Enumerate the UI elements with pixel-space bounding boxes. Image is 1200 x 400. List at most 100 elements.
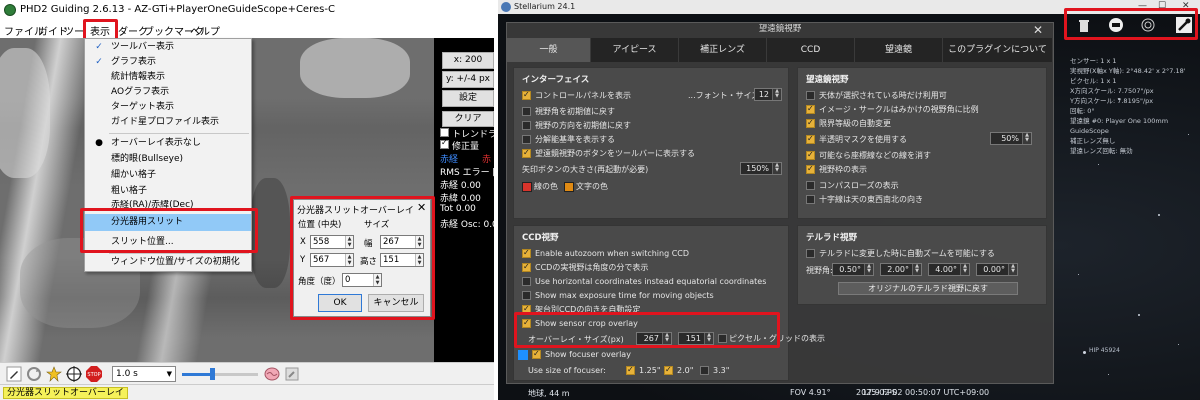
hide-grid-lines-option[interactable]: 可能なら座標線などの線を消す — [806, 149, 931, 162]
checkbox[interactable] — [664, 364, 673, 375]
checkbox[interactable] — [806, 163, 815, 174]
gamma-slider-handle[interactable] — [210, 368, 215, 380]
crosshair-orientation-option[interactable]: 十字線は天の東西南北の向き — [806, 194, 923, 206]
menu-item-coarse-grid[interactable]: 粗い格子 — [85, 184, 251, 199]
compass-rose-option[interactable]: コンパスローズの表示 — [806, 180, 899, 192]
checkbox[interactable] — [806, 103, 815, 114]
checkbox[interactable] — [700, 366, 709, 375]
checkbox[interactable] — [626, 364, 635, 375]
line-color-swatch[interactable] — [522, 182, 532, 192]
tab-ccd[interactable]: CCD — [767, 38, 855, 62]
menu-item-ao-graph[interactable]: AOグラフ表示 — [85, 85, 251, 100]
checkbox[interactable] — [532, 348, 541, 359]
checkbox[interactable] — [522, 107, 531, 116]
show-focuser-option[interactable]: Show focuser overlay — [532, 348, 631, 361]
tab-telescopes[interactable]: 望遠鏡 — [855, 38, 943, 62]
checkbox[interactable] — [806, 133, 815, 144]
phd2-window-title: PHD2 Guiding 2.6.13 - AZ-GTi+PlayerOneGu… — [20, 4, 335, 15]
x-scale-button[interactable]: x: 200 — [442, 52, 494, 69]
autozoom-ccd-option[interactable]: Enable autozoom when switching CCD — [522, 247, 689, 260]
selected-object-only-option[interactable]: 天体が選択されている時だけ利用可 — [806, 90, 947, 102]
max-exposure-option[interactable]: Show max exposure time for moving object… — [522, 290, 714, 302]
pencil-icon[interactable] — [6, 366, 22, 382]
exposure-select[interactable]: 1.0 s ▼ — [112, 366, 176, 382]
checkbox[interactable] — [806, 91, 815, 100]
menu-item-no-overlay[interactable]: ● オーバーレイ表示なし — [85, 136, 251, 151]
ccd-fov-arcmin-option[interactable]: CCDの実視野は角度の分で表示 — [522, 261, 648, 274]
tab-lenses[interactable]: 補正レンズ — [679, 38, 767, 62]
tab-general[interactable]: 一般 — [507, 38, 591, 62]
checkbox[interactable] — [522, 135, 531, 144]
menu-item-stats[interactable]: 統計情報表示 — [85, 70, 251, 85]
telrad-fov-4[interactable]: 0.00° ▲ ▼ — [976, 263, 1018, 276]
checkbox[interactable] — [522, 291, 531, 300]
menu-tools[interactable]: ツー — [64, 23, 84, 38]
tab-eyepieces[interactable]: アイピース — [591, 38, 679, 62]
dialog-title: 望遠鏡視野 — [758, 24, 802, 34]
focuser-33-option[interactable]: 3.3" — [700, 365, 729, 377]
horizontal-coords-option[interactable]: Use horizontal coordinates instead equat… — [522, 276, 766, 288]
auto-select-star-icon[interactable] — [46, 366, 62, 382]
font-size-spinner[interactable]: 12 ▲ ▼ — [754, 88, 782, 101]
info-line: 補正レンズ無し — [1070, 137, 1116, 145]
reset-direction-option[interactable]: 視野の方向を初期値に戻す — [522, 120, 631, 132]
focuser-125-option[interactable]: 1.25" — [626, 364, 661, 377]
arrow-size-spinner[interactable]: 150% ▲ ▼ — [740, 162, 782, 175]
brain-icon[interactable] — [264, 366, 280, 382]
semi-transparent-mask-option[interactable]: 半透明マスクを使用する — [806, 133, 907, 146]
stop-icon[interactable]: STOP — [86, 366, 102, 382]
rms-error-label: RMS エラー [px] — [440, 168, 494, 178]
dec-rms-value: 赤緯 0.00 — [440, 194, 481, 204]
toolbar-button-option[interactable]: 望遠鏡視野のボタンをツールバーに表示する — [522, 147, 695, 160]
y-scale-button[interactable]: y: +/-4 px — [442, 71, 494, 88]
telrad-fov-2[interactable]: 2.00° ▲ ▼ — [880, 263, 922, 276]
menu-help[interactable]: ヘルプ — [190, 23, 220, 38]
text-color-swatch[interactable] — [564, 182, 574, 192]
checkbox[interactable] — [806, 149, 815, 160]
image-circle-option[interactable]: イメージ・サークルはみかけの視野角に比例 — [806, 103, 979, 116]
resolution-criterion-option[interactable]: 分解能基準を表示する — [522, 134, 615, 146]
show-control-panel-option[interactable]: コントロールパネルを表示 — [522, 89, 631, 102]
guide-target-icon[interactable] — [66, 366, 82, 382]
reset-telrad-button[interactable]: オリジナルのテルラド視野に戻す — [838, 282, 1018, 295]
checkbox[interactable] — [522, 121, 531, 130]
settings-button[interactable]: 設定 — [442, 90, 494, 107]
checkbox[interactable] — [522, 277, 531, 286]
limit-magnitude-option[interactable]: 限界等級の自動変更 — [806, 117, 891, 130]
checkbox[interactable] — [522, 261, 531, 272]
correction-checkbox[interactable]: ✓ — [440, 138, 449, 149]
checkbox[interactable] — [806, 195, 815, 204]
tab-about[interactable]: このプラグインについて — [943, 38, 1053, 62]
dialog-close-icon[interactable]: ✕ — [1033, 23, 1043, 37]
ra-osc-value: 赤経 Osc: 0.00 — [440, 220, 494, 230]
checkbox[interactable] — [806, 249, 815, 258]
menu-item-graph[interactable]: ✓ グラフ表示 — [85, 55, 251, 70]
text-color-label: 文字の色 — [576, 182, 608, 191]
checkbox[interactable] — [806, 181, 815, 190]
telrad-fov-3[interactable]: 4.00° ▲ ▼ — [928, 263, 970, 276]
reset-fov-option[interactable]: 視野角を初期値に戻す — [522, 106, 615, 118]
focuser-20-option[interactable]: 2.0" — [664, 364, 693, 377]
checkbox[interactable] — [522, 89, 531, 100]
show-fov-frame-option[interactable]: 視野枠の表示 — [806, 163, 867, 176]
star-hip-45924[interactable] — [1083, 351, 1086, 354]
loop-icon[interactable] — [26, 366, 42, 382]
eyedropper-icon[interactable] — [284, 366, 300, 382]
menu-item-target[interactable]: ターゲット表示 — [85, 100, 251, 115]
telrad-autozoom-option[interactable]: テルラドに変更した時に自動ズームを可能にする — [806, 248, 995, 260]
menu-item-bullseye[interactable]: 標的眼(Bullseye) — [85, 152, 251, 167]
checkbox[interactable] — [522, 147, 531, 158]
telrad-fov-1[interactable]: 0.50° ▲ ▼ — [832, 263, 874, 276]
checkbox[interactable] — [522, 247, 531, 258]
trendline-checkbox[interactable] — [440, 128, 449, 137]
focuser-color-swatch[interactable] — [518, 350, 528, 360]
menu-item-reset-window[interactable]: ウィンドウ位置/サイズの初期化 — [85, 255, 251, 270]
menu-item-toolbar[interactable]: ✓ ツールバー表示 — [85, 40, 251, 55]
star-label: HIP 45924 — [1089, 347, 1120, 354]
menu-item-fine-grid[interactable]: 細かい格子 — [85, 168, 251, 183]
location-text: 地球, 44 m — [528, 389, 570, 398]
mask-opacity-spinner[interactable]: 50% ▲ ▼ — [990, 132, 1032, 145]
clear-button[interactable]: クリア — [442, 111, 494, 127]
menu-item-star-profile[interactable]: ガイド星プロファイル表示 — [85, 115, 251, 130]
checkbox[interactable] — [806, 117, 815, 128]
